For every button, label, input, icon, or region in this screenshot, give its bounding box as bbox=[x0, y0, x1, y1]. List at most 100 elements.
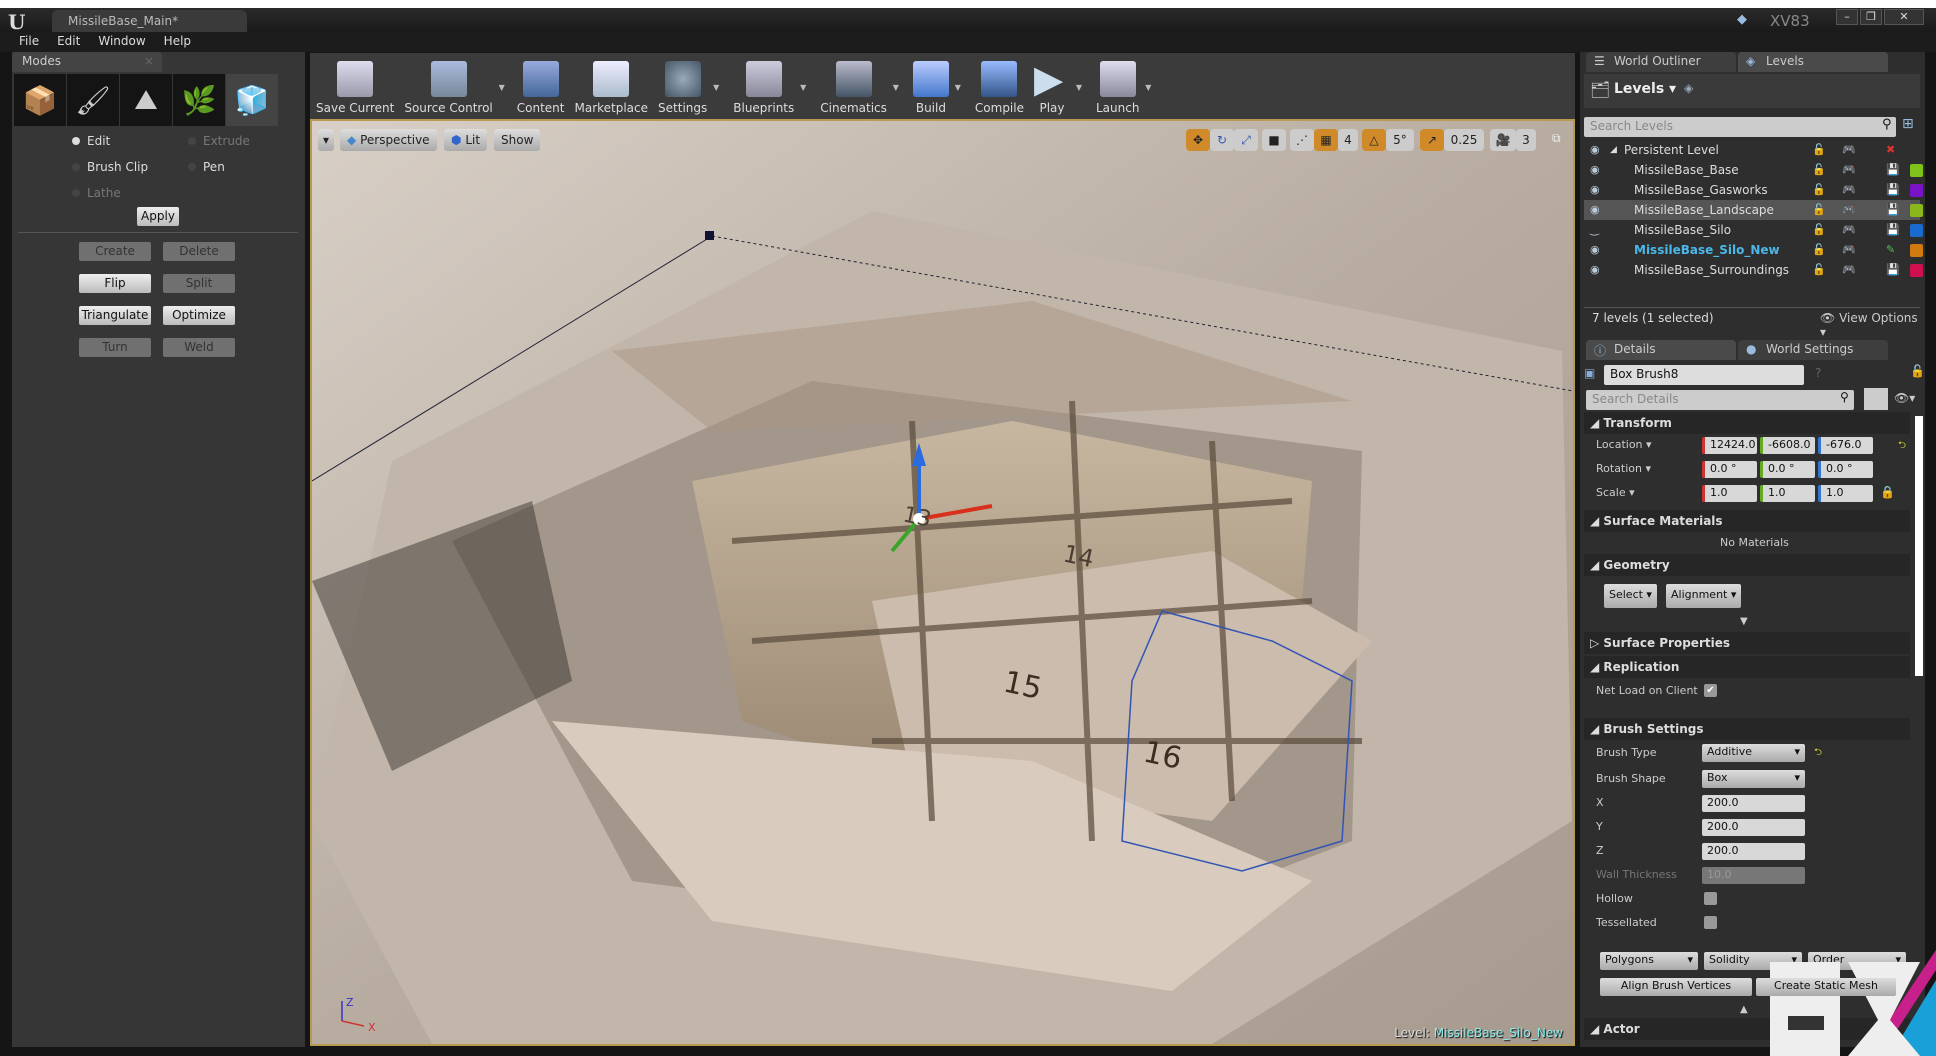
paint-mode-icon[interactable]: 🖌 bbox=[67, 74, 119, 126]
section-surface-materials[interactable]: ◢ Surface Materials bbox=[1584, 510, 1910, 532]
level-row[interactable]: ◉ MissileBase_Base 🔓 🎮 💾 bbox=[1584, 160, 1923, 180]
location-x[interactable]: 12424.0 bbox=[1702, 437, 1757, 454]
camera-speed-icon[interactable]: 🎥 bbox=[1490, 129, 1516, 151]
show-button[interactable]: Show bbox=[494, 129, 541, 151]
rotation-y[interactable]: 0.0 ° bbox=[1760, 461, 1815, 478]
minimize-button[interactable]: – bbox=[1836, 9, 1858, 25]
menu-help[interactable]: Help bbox=[155, 32, 200, 52]
place-mode-icon[interactable]: 📦 bbox=[14, 74, 66, 126]
menu-window[interactable]: Window bbox=[89, 32, 154, 52]
level-color-swatch[interactable] bbox=[1910, 204, 1923, 217]
rotation-x[interactable]: 0.0 ° bbox=[1702, 461, 1757, 478]
radio-lathe[interactable]: Lathe bbox=[72, 186, 121, 200]
lock-icon[interactable]: 🔓 bbox=[1812, 260, 1826, 280]
lock-icon[interactable]: 🔓 bbox=[1910, 364, 1925, 378]
gamepad-icon[interactable]: 🎮 bbox=[1842, 260, 1856, 280]
create-static-mesh-button[interactable]: Create Static Mesh bbox=[1756, 978, 1896, 996]
tessellated-checkbox[interactable] bbox=[1704, 916, 1717, 929]
radio-pen[interactable]: Pen bbox=[188, 160, 225, 174]
search-levels-input[interactable]: Search Levels bbox=[1584, 117, 1896, 137]
lit-button[interactable]: ⬢ Lit bbox=[444, 129, 488, 151]
source-control-icon[interactable]: ◆ bbox=[1737, 12, 1747, 27]
grid-snap-icon[interactable]: ▦ bbox=[1314, 129, 1338, 151]
scale-snap-icon[interactable]: ↗ bbox=[1420, 129, 1444, 151]
collapse-icon[interactable]: ▲ bbox=[1740, 1004, 1748, 1015]
section-brush-settings[interactable]: ◢ Brush Settings bbox=[1584, 718, 1910, 740]
gamepad-icon[interactable]: 🎮 bbox=[1842, 220, 1856, 240]
menu-edit[interactable]: Edit bbox=[48, 32, 89, 52]
align-brush-vertices-button[interactable]: Align Brush Vertices bbox=[1600, 978, 1752, 996]
tab-details[interactable]: ⓘ Details bbox=[1586, 340, 1736, 360]
level-color-swatch[interactable] bbox=[1910, 164, 1923, 177]
translate-tool-icon[interactable]: ✥ bbox=[1186, 129, 1210, 151]
eye-hidden-icon[interactable]: ‿ bbox=[1590, 220, 1599, 240]
scale-lock-icon[interactable]: 🔒 bbox=[1880, 485, 1895, 499]
actor-name-input[interactable]: Box Brush8 bbox=[1604, 365, 1804, 385]
scale-z[interactable]: 1.0 bbox=[1818, 485, 1873, 502]
perspective-button[interactable]: ◆ Perspective bbox=[340, 129, 437, 151]
close-button[interactable]: ✕ bbox=[1884, 9, 1924, 25]
play-button[interactable]: ▶ Play ▼ bbox=[1034, 60, 1082, 119]
level-row[interactable]: ‿ MissileBase_Silo 🔓 🎮 💾 bbox=[1584, 220, 1923, 240]
marketplace-button[interactable]: Marketplace bbox=[574, 61, 648, 119]
reset-icon[interactable]: ⮌ bbox=[1898, 438, 1906, 455]
build-button[interactable]: Build ▼ bbox=[912, 61, 961, 119]
level-row[interactable]: ◉ MissileBase_Silo_New 🔓 🎮 ✎ bbox=[1584, 240, 1923, 260]
location-label[interactable]: Location ▾ bbox=[1596, 438, 1652, 451]
radio-extrude[interactable]: Extrude bbox=[188, 134, 250, 148]
split-button[interactable]: Split bbox=[163, 274, 235, 293]
brush-type-dropdown[interactable]: Additive ▾ bbox=[1702, 744, 1805, 762]
section-replication[interactable]: ◢ Replication bbox=[1584, 656, 1910, 678]
lock-icon[interactable]: 🔓 bbox=[1812, 160, 1826, 180]
source-control-button[interactable]: Source Control ▼ bbox=[404, 61, 505, 119]
level-row[interactable]: ◉ MissileBase_Surroundings 🔓 🎮 💾 bbox=[1584, 260, 1923, 280]
rotation-snap-icon[interactable]: △ bbox=[1362, 129, 1386, 151]
surface-snap-icon[interactable]: ⋰ bbox=[1290, 129, 1314, 151]
flip-button[interactable]: Flip bbox=[79, 274, 151, 293]
world-local-icon[interactable]: ■ bbox=[1262, 129, 1286, 151]
gamepad-icon[interactable]: 🎮 bbox=[1842, 200, 1856, 220]
level-row[interactable]: ◉ MissileBase_Gasworks 🔓 🎮 💾 bbox=[1584, 180, 1923, 200]
lock-icon[interactable]: 🔓 bbox=[1812, 220, 1826, 240]
brush-y-field[interactable]: 200.0 bbox=[1702, 819, 1805, 836]
radio-edit[interactable]: Edit bbox=[72, 134, 110, 148]
expand-icon[interactable]: ▼ bbox=[1740, 616, 1748, 627]
viewport-options-dropdown[interactable]: ▾ bbox=[318, 129, 335, 151]
scale-snap-value[interactable]: 0.25 bbox=[1444, 129, 1484, 151]
lock-icon[interactable]: 🔓 bbox=[1812, 200, 1826, 220]
visibility-eye-icon[interactable]: 👁▾ bbox=[1894, 391, 1915, 405]
launch-button[interactable]: Launch ▼ bbox=[1096, 61, 1151, 119]
search-details-input[interactable]: Search Details bbox=[1586, 390, 1854, 410]
polygons-dropdown[interactable]: Polygons ▾ bbox=[1600, 952, 1698, 970]
compile-button[interactable]: Compile bbox=[975, 61, 1024, 119]
content-button[interactable]: Content bbox=[517, 61, 564, 119]
rotation-label[interactable]: Rotation ▾ bbox=[1596, 462, 1651, 475]
turn-button[interactable]: Turn bbox=[79, 338, 151, 357]
delete-button[interactable]: Delete bbox=[163, 242, 235, 261]
levels-menu[interactable]: Levels ▾ bbox=[1614, 81, 1676, 97]
lock-icon[interactable]: 🔓 bbox=[1812, 240, 1826, 260]
level-row[interactable]: ◉ MissileBase_Landscape 🔓 🎮 💾 bbox=[1584, 200, 1923, 220]
location-z[interactable]: -676.0 bbox=[1818, 437, 1873, 454]
gamepad-icon[interactable]: 🎮 bbox=[1842, 240, 1856, 260]
level-color-swatch[interactable] bbox=[1910, 184, 1923, 197]
geometry-mode-icon[interactable]: 🧊 bbox=[226, 74, 278, 126]
save-icon[interactable]: 💾 bbox=[1886, 180, 1900, 200]
close-tab-icon[interactable]: × bbox=[144, 54, 154, 68]
save-icon[interactable]: 💾 bbox=[1886, 200, 1900, 220]
camera-speed-value[interactable]: 3 bbox=[1516, 129, 1536, 151]
tab-world-outliner[interactable]: ☰ World Outliner bbox=[1586, 52, 1736, 72]
optimize-button[interactable]: Optimize bbox=[163, 306, 235, 325]
maximize-viewport-icon[interactable]: ⧉ bbox=[1552, 131, 1561, 146]
hollow-checkbox[interactable] bbox=[1704, 892, 1717, 905]
scale-x[interactable]: 1.0 bbox=[1702, 485, 1757, 502]
level-viewport[interactable]: 14 13 15 16 Z X ▾ ◆ Perspective ⬢ Lit Sh… bbox=[310, 119, 1575, 1046]
radio-brush-clip[interactable]: Brush Clip bbox=[72, 160, 148, 174]
scale-label[interactable]: Scale ▾ bbox=[1596, 486, 1635, 499]
maximize-button[interactable]: ❐ bbox=[1860, 9, 1882, 25]
level-color-swatch[interactable] bbox=[1910, 224, 1923, 237]
geometry-select-dropdown[interactable]: Select ▾ bbox=[1604, 584, 1657, 608]
reset-icon[interactable]: ⮌ bbox=[1814, 745, 1822, 762]
view-options-button[interactable]: 👁 View Options ▾ bbox=[1820, 311, 1925, 339]
document-tab[interactable]: MissileBase_Main* bbox=[52, 10, 247, 32]
